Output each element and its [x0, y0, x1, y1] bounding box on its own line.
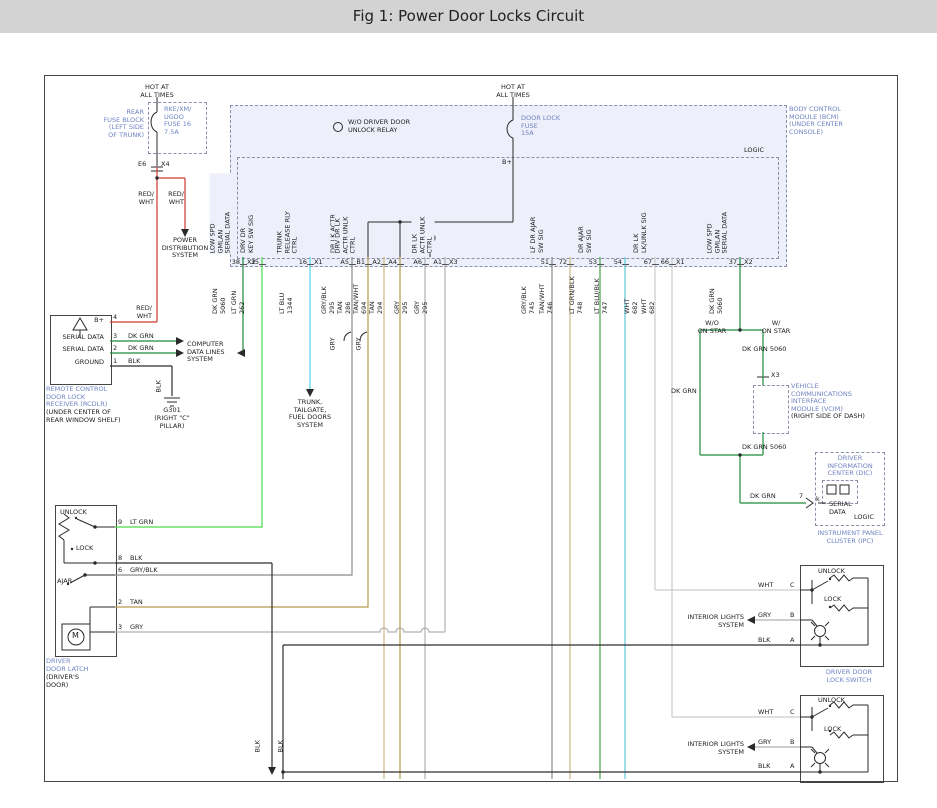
wiring-svg	[0, 0, 937, 808]
wires	[110, 167, 806, 779]
wire-tan-286	[115, 257, 368, 607]
wire-gry-illum	[750, 620, 800, 747]
sw2-internal-lines	[800, 702, 868, 772]
arrow-power-dist	[181, 229, 189, 237]
fuse1-feed-line	[151, 97, 163, 171]
wire-blk-g301	[110, 366, 172, 396]
arrow-interior1	[747, 616, 755, 624]
wire-wht-682a	[655, 257, 800, 590]
wire-gry-295b	[115, 257, 445, 632]
ipc-conn-chevron	[806, 498, 826, 508]
page: { "header": { "title": "Fig 1: Power Doo…	[0, 0, 937, 808]
fuse1-element	[151, 112, 157, 132]
bcm-internal-lines	[368, 97, 513, 257]
sw2-lamp-icon	[815, 753, 826, 764]
fuse2-element	[507, 120, 513, 138]
gry-leader-arcs	[344, 332, 367, 341]
arrow-interior2	[747, 743, 755, 751]
bcm-driver-symbol	[425, 233, 435, 243]
arrow-trunk-sys	[306, 389, 314, 397]
arrow-data-left	[237, 349, 245, 357]
relay-note-symbol	[334, 123, 343, 132]
structure-lines	[59, 97, 868, 772]
latch-motor-frame	[62, 624, 90, 650]
dic-symbol-1	[827, 485, 836, 494]
wire-blk-latch	[115, 563, 272, 767]
ground-icon	[164, 398, 180, 406]
dic-symbol-2	[840, 485, 849, 494]
sw1-lamp-icon	[815, 626, 826, 637]
wire-dkgrn-5060-left	[240, 257, 243, 353]
junction-dots	[67, 176, 831, 773]
arrow-data-right1	[176, 337, 184, 345]
latch-internal-lines	[59, 514, 115, 632]
arrow-data-right2	[176, 349, 184, 357]
wire-dkgrn-5060-right	[700, 257, 806, 503]
arrowheads	[176, 229, 755, 775]
wire-blk-switch-gnd	[283, 645, 800, 779]
wire-wht-682b	[672, 257, 800, 717]
rcdlr-antenna-icon	[73, 318, 87, 338]
latch-motor-icon	[68, 629, 84, 645]
sw1-internal-lines	[800, 575, 868, 645]
wire-redwht	[110, 167, 185, 322]
arrow-blk-down	[268, 767, 276, 775]
wire-ltgrn-262	[115, 257, 262, 527]
wire-dkgrn-rcdlr	[110, 341, 181, 353]
